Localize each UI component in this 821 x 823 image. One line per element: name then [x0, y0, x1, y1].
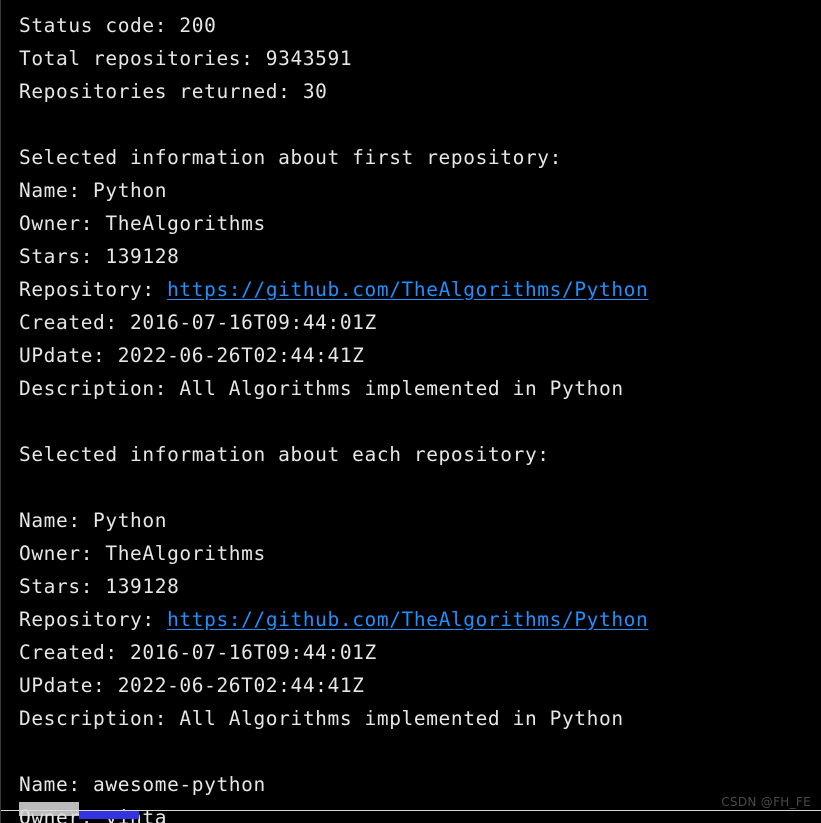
console-line: Name: Python	[19, 509, 168, 532]
repository-url-link[interactable]: https://github.com/TheAlgorithms/Python	[167, 608, 648, 631]
console-line: Selected information about first reposit…	[19, 146, 562, 169]
console-line: Total repositories: 9343591	[19, 47, 353, 70]
console-line: Stars: 139128	[19, 575, 180, 598]
console-line: Repositories returned: 30	[19, 80, 328, 103]
scrollbar-thumb[interactable]	[79, 811, 139, 819]
console-line: Owner: TheAlgorithms	[19, 212, 266, 235]
scrollbar-track[interactable]	[19, 802, 79, 816]
console-line-label: Repository:	[19, 278, 168, 301]
console-line: Repository: https://github.com/TheAlgori…	[19, 273, 821, 306]
console-line: Name: Python	[19, 179, 168, 202]
terminal-window: Status code: 200 Total repositories: 9343…	[0, 0, 821, 823]
console-line-label: Repository:	[19, 608, 168, 631]
console-line: Description: All Algorithms implemented …	[19, 707, 624, 730]
console-line: Description: All Algorithms implemented …	[19, 377, 624, 400]
repository-url-link[interactable]: https://github.com/TheAlgorithms/Python	[167, 278, 648, 301]
console-line: Selected information about each reposito…	[19, 443, 550, 466]
console-line: Stars: 139128	[19, 245, 180, 268]
console-line: Status code: 200	[19, 14, 217, 37]
console-line: UPdate: 2022-06-26T02:44:41Z	[19, 674, 365, 697]
console-line: Name: awesome-python	[19, 773, 266, 796]
console-output[interactable]: Status code: 200 Total repositories: 9343…	[1, 0, 821, 823]
horizontal-scrollbar[interactable]	[1, 802, 821, 823]
console-line: Created: 2016-07-16T09:44:01Z	[19, 641, 377, 664]
console-line: Repository: https://github.com/TheAlgori…	[19, 603, 821, 636]
console-line: Owner: TheAlgorithms	[19, 542, 266, 565]
console-line: Created: 2016-07-16T09:44:01Z	[19, 311, 377, 334]
watermark-label: CSDN @FH_FE	[721, 795, 811, 809]
console-line: UPdate: 2022-06-26T02:44:41Z	[19, 344, 365, 367]
